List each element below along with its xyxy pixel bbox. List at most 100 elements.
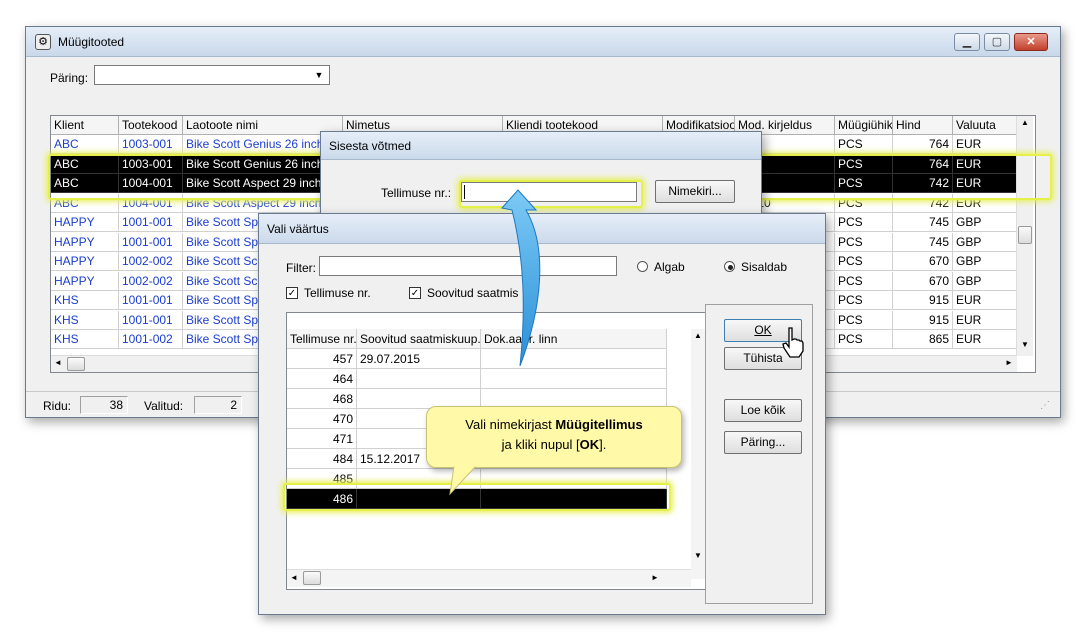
dialog-title: Vali väärtus xyxy=(267,222,329,236)
rows-label: Ridu: xyxy=(43,399,72,413)
minimize-button[interactable]: ▁ xyxy=(954,33,980,51)
query-combo[interactable]: ▼ xyxy=(94,65,330,85)
table-cell: ABC xyxy=(51,193,119,213)
table-cell: Bike Scott Aspect 29 inch xyxy=(183,193,343,213)
table-cell: 745 xyxy=(893,213,953,232)
list-vertical-scrollbar[interactable]: ▲ ▼ xyxy=(691,329,705,579)
table-cell: HAPPY xyxy=(51,252,119,271)
table-cell: PCS xyxy=(835,174,893,193)
table-cell: Bike Scott Genius 26 inch xyxy=(183,135,343,154)
table-cell: 915 xyxy=(893,310,953,330)
starts-with-label: Algab xyxy=(654,260,685,274)
list-cell[interactable] xyxy=(357,369,481,389)
load-all-button[interactable]: Loe kõik xyxy=(724,399,802,422)
selected-label: Valitud: xyxy=(144,399,184,413)
table-cell: Bike Scott Aspect 29 inch xyxy=(183,174,343,193)
order-number-checkbox-label: Tellimuse nr. xyxy=(304,286,371,300)
table-cell: PCS xyxy=(835,310,893,330)
list-cell[interactable] xyxy=(481,489,667,509)
callout-bold-text: Müügitellimus xyxy=(555,417,643,432)
table-cell: 1001-002 xyxy=(119,330,183,349)
table-cell: EUR xyxy=(953,154,1017,174)
scroll-thumb[interactable] xyxy=(67,357,85,371)
list-item[interactable]: 464 xyxy=(287,369,357,389)
rows-count: 38 xyxy=(80,396,128,414)
starts-with-radio[interactable] xyxy=(637,261,648,272)
column-header[interactable]: Soovitud saatmiskuup. xyxy=(357,329,481,349)
column-header[interactable]: Tellimuse nr. xyxy=(287,329,357,349)
list-item[interactable]: 470 xyxy=(287,409,357,429)
list-cell[interactable]: 29.07.2015 xyxy=(357,349,481,369)
table-cell: EUR xyxy=(953,135,1017,154)
table-cell: PCS xyxy=(835,135,893,154)
table-cell: PCS xyxy=(835,154,893,174)
list-item[interactable]: 471 xyxy=(287,429,357,449)
main-titlebar: ⚙ Müügitooted ▁ ▢ ✕ xyxy=(26,27,1060,57)
contains-label: Sisaldab xyxy=(741,260,788,274)
column-header[interactable]: Müügiühik xyxy=(835,116,893,135)
table-cell: HAPPY xyxy=(51,213,119,232)
vertical-scrollbar[interactable]: ▲ ▼ xyxy=(1016,116,1033,356)
close-button[interactable]: ✕ xyxy=(1014,33,1048,51)
table-cell: 745 xyxy=(893,232,953,252)
callout-pointer xyxy=(449,466,477,496)
column-header[interactable]: Laotoote nimi xyxy=(183,116,343,135)
list-button[interactable]: Nimekiri... xyxy=(655,180,735,203)
scroll-left-icon[interactable]: ◄ xyxy=(290,573,298,582)
list-cell[interactable] xyxy=(481,469,667,489)
table-cell: GBP xyxy=(953,271,1017,291)
table-cell: PCS xyxy=(835,330,893,349)
table-cell: PCS xyxy=(835,271,893,291)
table-cell: PCS xyxy=(835,213,893,232)
column-header[interactable]: Valuuta xyxy=(953,116,1017,135)
scroll-up-icon[interactable]: ▲ xyxy=(694,331,702,340)
table-cell: KHS xyxy=(51,291,119,310)
dialog-titlebar: Sisesta võtmed xyxy=(321,132,761,160)
chevron-down-icon[interactable]: ▼ xyxy=(311,68,327,82)
table-cell: ABC xyxy=(51,174,119,193)
table-cell: 742 xyxy=(893,193,953,213)
contains-radio[interactable] xyxy=(724,261,735,272)
list-horizontal-scrollbar[interactable]: ◄ ► xyxy=(287,569,691,587)
order-number-checkbox[interactable]: ✓ xyxy=(286,287,298,299)
scroll-down-icon[interactable]: ▼ xyxy=(694,551,702,560)
table-cell: GBP xyxy=(953,252,1017,271)
list-item[interactable]: 468 xyxy=(287,389,357,409)
maximize-button[interactable]: ▢ xyxy=(984,33,1010,51)
scroll-thumb[interactable] xyxy=(303,571,321,585)
table-cell: 1003-001 xyxy=(119,135,183,154)
query-button[interactable]: Päring... xyxy=(724,431,802,454)
ship-date-checkbox[interactable]: ✓ xyxy=(409,287,421,299)
table-cell: PCS xyxy=(835,291,893,310)
column-header[interactable]: Tootekood xyxy=(119,116,183,135)
table-cell: 764 xyxy=(893,135,953,154)
scroll-thumb[interactable] xyxy=(1018,226,1032,244)
table-cell: KHS xyxy=(51,330,119,349)
scroll-down-icon[interactable]: ▼ xyxy=(1021,340,1029,349)
table-cell: 1001-001 xyxy=(119,213,183,232)
list-item[interactable]: 484 xyxy=(287,449,357,469)
scroll-right-icon[interactable]: ► xyxy=(651,573,659,582)
table-cell: 865 xyxy=(893,330,953,349)
table-cell: 1004-001 xyxy=(119,193,183,213)
list-item[interactable]: 486 xyxy=(287,489,357,509)
filter-input[interactable] xyxy=(319,256,617,276)
scroll-right-icon[interactable]: ► xyxy=(1005,358,1013,367)
column-header[interactable]: Hind xyxy=(893,116,953,135)
callout-bold-text: OK xyxy=(579,437,600,452)
callout-line-2: ja kliki nupul [OK]. xyxy=(427,435,681,455)
scroll-left-icon[interactable]: ◄ xyxy=(54,358,62,367)
curved-arrow-icon xyxy=(501,189,541,367)
scroll-up-icon[interactable]: ▲ xyxy=(1021,118,1029,127)
list-item[interactable]: 457 xyxy=(287,349,357,369)
table-cell: PCS xyxy=(835,193,893,213)
resize-grip-icon[interactable]: ⋰ xyxy=(1040,400,1050,411)
column-header[interactable]: Klient xyxy=(51,116,119,135)
table-cell: KHS xyxy=(51,310,119,330)
table-cell: 1002-002 xyxy=(119,252,183,271)
table-cell: EUR xyxy=(953,291,1017,310)
table-cell: 1001-001 xyxy=(119,232,183,252)
table-cell: 1003-001 xyxy=(119,154,183,174)
list-item[interactable]: 485 xyxy=(287,469,357,489)
filter-label: Filter: xyxy=(286,261,316,275)
